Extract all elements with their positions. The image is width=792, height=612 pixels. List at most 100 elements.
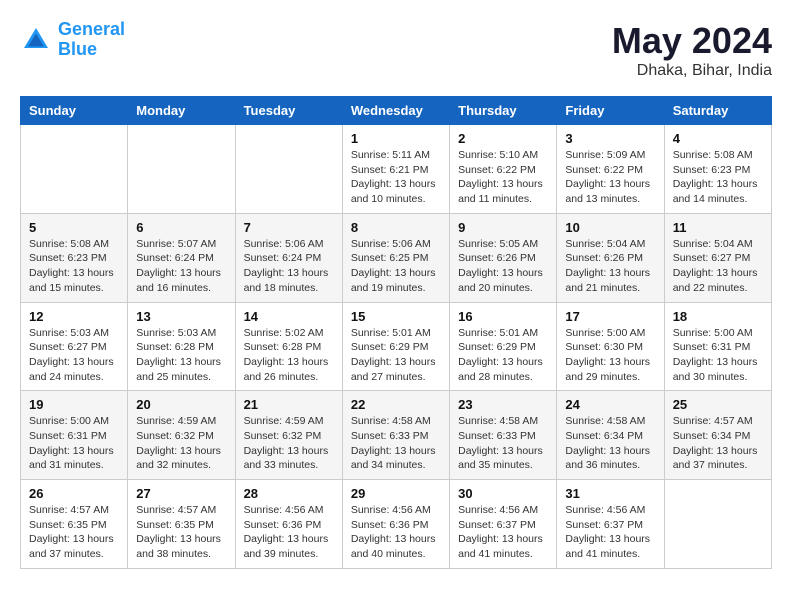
- calendar-cell: 27 Sunrise: 4:57 AM Sunset: 6:35 PM Dayli…: [128, 480, 235, 569]
- calendar-cell: 25 Sunrise: 4:57 AM Sunset: 6:34 PM Dayli…: [664, 391, 771, 480]
- calendar-cell: 12Sunrise: 5:03 AM Sunset: 6:27 PM Dayli…: [21, 302, 128, 391]
- calendar-cell: 10Sunrise: 5:04 AM Sunset: 6:26 PM Dayli…: [557, 213, 664, 302]
- day-info: Sunrise: 5:06 AM Sunset: 6:24 PM Dayligh…: [244, 237, 334, 296]
- day-info: Sunrise: 5:09 AM Sunset: 6:22 PM Dayligh…: [565, 148, 655, 207]
- day-info: Sunrise: 4:58 AM Sunset: 6:34 PM Dayligh…: [565, 414, 655, 473]
- day-info: Sunrise: 5:05 AM Sunset: 6:26 PM Dayligh…: [458, 237, 548, 296]
- calendar-cell: 8 Sunrise: 5:06 AM Sunset: 6:25 PM Daylig…: [342, 213, 449, 302]
- calendar-cell: 13Sunrise: 5:03 AM Sunset: 6:28 PM Dayli…: [128, 302, 235, 391]
- calendar-cell: 15 Sunrise: 5:01 AM Sunset: 6:29 PM Dayli…: [342, 302, 449, 391]
- day-number: 30: [458, 486, 548, 501]
- day-info: Sunrise: 5:08 AM Sunset: 6:23 PM Dayligh…: [673, 148, 763, 207]
- day-info: Sunrise: 5:08 AM Sunset: 6:23 PM Dayligh…: [29, 237, 119, 296]
- calendar-cell: [21, 125, 128, 214]
- logo-line1: General: [58, 19, 125, 39]
- calendar-cell: 22Sunrise: 4:58 AM Sunset: 6:33 PM Dayli…: [342, 391, 449, 480]
- logo-text: General Blue: [58, 20, 125, 60]
- calendar-cell: [128, 125, 235, 214]
- calendar-table: SundayMondayTuesdayWednesdayThursdayFrid…: [20, 96, 772, 569]
- day-info: Sunrise: 4:57 AM Sunset: 6:35 PM Dayligh…: [29, 503, 119, 562]
- calendar-cell: [664, 480, 771, 569]
- day-number: 6: [136, 220, 226, 235]
- day-info: Sunrise: 5:04 AM Sunset: 6:27 PM Dayligh…: [673, 237, 763, 296]
- day-number: 25: [673, 397, 763, 412]
- day-info: Sunrise: 4:57 AM Sunset: 6:35 PM Dayligh…: [136, 503, 226, 562]
- day-info: Sunrise: 5:04 AM Sunset: 6:26 PM Dayligh…: [565, 237, 655, 296]
- day-number: 28: [244, 486, 334, 501]
- calendar-cell: 28 Sunrise: 4:56 AM Sunset: 6:36 PM Dayli…: [235, 480, 342, 569]
- weekday-header-thursday: Thursday: [450, 97, 557, 125]
- calendar-cell: 7 Sunrise: 5:06 AM Sunset: 6:24 PM Daylig…: [235, 213, 342, 302]
- month-year-title: May 2024: [612, 20, 772, 62]
- calendar-week-row: 5Sunrise: 5:08 AM Sunset: 6:23 PM Daylig…: [21, 213, 772, 302]
- day-info: Sunrise: 5:00 AM Sunset: 6:31 PM Dayligh…: [29, 414, 119, 473]
- day-number: 14: [244, 309, 334, 324]
- calendar-cell: 23Sunrise: 4:58 AM Sunset: 6:33 PM Dayli…: [450, 391, 557, 480]
- day-number: 22: [351, 397, 441, 412]
- day-info: Sunrise: 4:56 AM Sunset: 6:36 PM Dayligh…: [351, 503, 441, 562]
- day-info: Sunrise: 4:58 AM Sunset: 6:33 PM Dayligh…: [458, 414, 548, 473]
- location-title: Dhaka, Bihar, India: [612, 62, 772, 80]
- day-number: 16: [458, 309, 548, 324]
- day-number: 9: [458, 220, 548, 235]
- weekday-header-sunday: Sunday: [21, 97, 128, 125]
- day-number: 18: [673, 309, 763, 324]
- day-number: 15: [351, 309, 441, 324]
- calendar-cell: 4 Sunrise: 5:08 AM Sunset: 6:23 PM Daylig…: [664, 125, 771, 214]
- calendar-cell: 20 Sunrise: 4:59 AM Sunset: 6:32 PM Dayli…: [128, 391, 235, 480]
- calendar-cell: 19Sunrise: 5:00 AM Sunset: 6:31 PM Dayli…: [21, 391, 128, 480]
- weekday-header-monday: Monday: [128, 97, 235, 125]
- day-number: 17: [565, 309, 655, 324]
- day-number: 7: [244, 220, 334, 235]
- calendar-cell: 30 Sunrise: 4:56 AM Sunset: 6:37 PM Dayli…: [450, 480, 557, 569]
- calendar-cell: [235, 125, 342, 214]
- calendar-cell: 18 Sunrise: 5:00 AM Sunset: 6:31 PM Dayli…: [664, 302, 771, 391]
- page-header: General Blue May 2024 Dhaka, Bihar, Indi…: [20, 20, 772, 80]
- calendar-cell: 17Sunrise: 5:00 AM Sunset: 6:30 PM Dayli…: [557, 302, 664, 391]
- title-block: May 2024 Dhaka, Bihar, India: [612, 20, 772, 80]
- day-number: 4: [673, 131, 763, 146]
- calendar-week-row: 1Sunrise: 5:11 AM Sunset: 6:21 PM Daylig…: [21, 125, 772, 214]
- day-number: 12: [29, 309, 119, 324]
- day-info: Sunrise: 5:01 AM Sunset: 6:29 PM Dayligh…: [351, 326, 441, 385]
- day-number: 26: [29, 486, 119, 501]
- weekday-header-saturday: Saturday: [664, 97, 771, 125]
- day-number: 29: [351, 486, 441, 501]
- calendar-cell: 2 Sunrise: 5:10 AM Sunset: 6:22 PM Daylig…: [450, 125, 557, 214]
- calendar-cell: 31 Sunrise: 4:56 AM Sunset: 6:37 PM Dayli…: [557, 480, 664, 569]
- calendar-cell: 16Sunrise: 5:01 AM Sunset: 6:29 PM Dayli…: [450, 302, 557, 391]
- logo-line2: Blue: [58, 39, 97, 59]
- day-number: 27: [136, 486, 226, 501]
- day-info: Sunrise: 4:57 AM Sunset: 6:34 PM Dayligh…: [673, 414, 763, 473]
- day-number: 31: [565, 486, 655, 501]
- day-number: 8: [351, 220, 441, 235]
- calendar-cell: 9 Sunrise: 5:05 AM Sunset: 6:26 PM Daylig…: [450, 213, 557, 302]
- weekday-header-tuesday: Tuesday: [235, 97, 342, 125]
- calendar-cell: 29 Sunrise: 4:56 AM Sunset: 6:36 PM Dayli…: [342, 480, 449, 569]
- logo-icon: [20, 24, 52, 56]
- calendar-cell: 5Sunrise: 5:08 AM Sunset: 6:23 PM Daylig…: [21, 213, 128, 302]
- day-number: 11: [673, 220, 763, 235]
- day-info: Sunrise: 5:00 AM Sunset: 6:31 PM Dayligh…: [673, 326, 763, 385]
- day-info: Sunrise: 4:56 AM Sunset: 6:37 PM Dayligh…: [458, 503, 548, 562]
- day-info: Sunrise: 4:56 AM Sunset: 6:36 PM Dayligh…: [244, 503, 334, 562]
- day-info: Sunrise: 5:02 AM Sunset: 6:28 PM Dayligh…: [244, 326, 334, 385]
- weekday-header-wednesday: Wednesday: [342, 97, 449, 125]
- day-info: Sunrise: 5:07 AM Sunset: 6:24 PM Dayligh…: [136, 237, 226, 296]
- calendar-cell: 24Sunrise: 4:58 AM Sunset: 6:34 PM Dayli…: [557, 391, 664, 480]
- day-number: 2: [458, 131, 548, 146]
- weekday-header-row: SundayMondayTuesdayWednesdayThursdayFrid…: [21, 97, 772, 125]
- day-number: 20: [136, 397, 226, 412]
- calendar-cell: 26 Sunrise: 4:57 AM Sunset: 6:35 PM Dayli…: [21, 480, 128, 569]
- day-info: Sunrise: 4:56 AM Sunset: 6:37 PM Dayligh…: [565, 503, 655, 562]
- day-number: 1: [351, 131, 441, 146]
- day-info: Sunrise: 5:06 AM Sunset: 6:25 PM Dayligh…: [351, 237, 441, 296]
- calendar-cell: 11 Sunrise: 5:04 AM Sunset: 6:27 PM Dayli…: [664, 213, 771, 302]
- day-number: 13: [136, 309, 226, 324]
- calendar-cell: 14 Sunrise: 5:02 AM Sunset: 6:28 PM Dayli…: [235, 302, 342, 391]
- day-info: Sunrise: 4:59 AM Sunset: 6:32 PM Dayligh…: [136, 414, 226, 473]
- calendar-week-row: 19Sunrise: 5:00 AM Sunset: 6:31 PM Dayli…: [21, 391, 772, 480]
- calendar-cell: 21Sunrise: 4:59 AM Sunset: 6:32 PM Dayli…: [235, 391, 342, 480]
- calendar-cell: 1Sunrise: 5:11 AM Sunset: 6:21 PM Daylig…: [342, 125, 449, 214]
- day-info: Sunrise: 5:10 AM Sunset: 6:22 PM Dayligh…: [458, 148, 548, 207]
